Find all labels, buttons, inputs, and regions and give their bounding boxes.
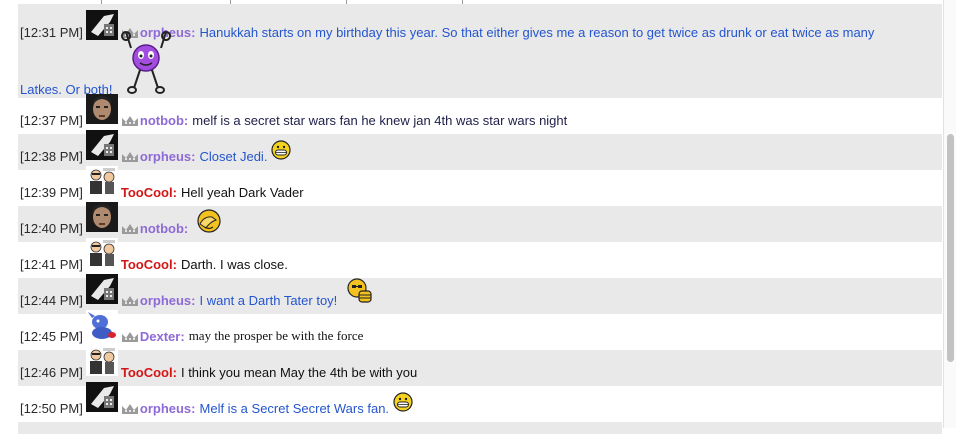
orpheus-avatar[interactable] [85,274,118,304]
chat-message: [12:46 PM] TooCool: I think you mean May… [18,346,942,386]
chat-message: [12:39 PM] TooCool: Hell yeah Dark Vader [18,166,942,206]
grin-smiley [393,392,413,412]
message-text: I want a Darth Tater toy! [199,293,338,308]
chat-log: [12:31 PM] orpheus: Hanukkah starts on m… [18,4,942,434]
notbob-avatar[interactable] [85,202,118,232]
timestamp: [12:44 PM] [20,293,83,308]
crown-icon [121,404,138,414]
timestamp: [12:37 PM] [20,113,83,128]
thumbs-up-smiley [347,278,372,303]
chat-message: [12:45 PM] Dexter: may the prosper be wi… [18,310,942,350]
timestamp: [12:41 PM] [20,257,83,272]
crown-icon [121,116,138,126]
username[interactable]: orpheus [140,149,191,164]
message-text: Melf is a Secret Secret Wars fan. [199,401,390,416]
username[interactable]: notbob [140,113,184,128]
crown-icon [121,332,138,342]
chat-message: [12:44 PM] orpheus: I want a Darth Tater… [18,274,942,314]
chat-message: [12:37 PM] notbob: melf is a secret star… [18,94,942,134]
crown-icon [121,152,138,162]
chat-scrollbar[interactable] [943,0,956,428]
message-text: I think you mean May the 4th be with you [180,365,418,380]
timestamp: [12:45 PM] [20,329,83,344]
message-text: Closet Jedi. [199,149,268,164]
toocool-avatar[interactable] [85,166,118,196]
notbob-avatar[interactable] [85,94,118,124]
orpheus-avatar[interactable] [85,130,118,160]
username[interactable]: TooCool [121,257,173,272]
username[interactable]: orpheus [140,293,191,308]
chat-message: [12:40 PM] notbob: [18,202,942,242]
grin-smiley [271,140,292,160]
username[interactable]: Dexter [140,329,180,344]
username[interactable]: notbob [140,221,184,236]
username[interactable]: orpheus [140,401,191,416]
chat-message: [12:41 PM] TooCool: Darth. I was close. [18,238,942,278]
orpheus-avatar[interactable] [85,10,118,40]
timestamp: [12:31 PM] [20,25,83,40]
message-text: Darth. I was close. [180,257,288,272]
chat-message: [12:38 PM] orpheus: Closet Jedi. [18,130,942,170]
message-text: Hell yeah Dark Vader [180,185,304,200]
dexter-avatar[interactable] [85,310,118,340]
timestamp: [12:50 PM] [20,401,83,416]
crown-icon [121,296,138,306]
dancing-purple-smiley [121,31,172,94]
message-text: melf is a secret star wars fan he knew j… [192,113,568,128]
timestamp: [12:40 PM] [20,221,83,236]
toocool-avatar[interactable] [85,346,118,376]
orpheus-avatar[interactable] [85,382,118,412]
timestamp: [12:46 PM] [20,365,83,380]
username[interactable]: TooCool [121,185,173,200]
timestamp: [12:39 PM] [20,185,83,200]
crown-icon [121,224,138,234]
facepalm-smiley [197,209,221,233]
scrollbar-thumb[interactable] [947,134,954,362]
chat-message-partial [18,422,942,434]
toocool-avatar[interactable] [85,238,118,268]
timestamp: [12:38 PM] [20,149,83,164]
chat-message: [12:31 PM] orpheus: Hanukkah starts on m… [18,4,942,98]
username[interactable]: TooCool [121,365,173,380]
message-text: Hanukkah starts on my birthday this year… [199,25,875,40]
message-text: may the prosper be with the force [188,328,364,343]
chat-message: [12:50 PM] orpheus: Melf is a Secret Sec… [18,382,942,422]
